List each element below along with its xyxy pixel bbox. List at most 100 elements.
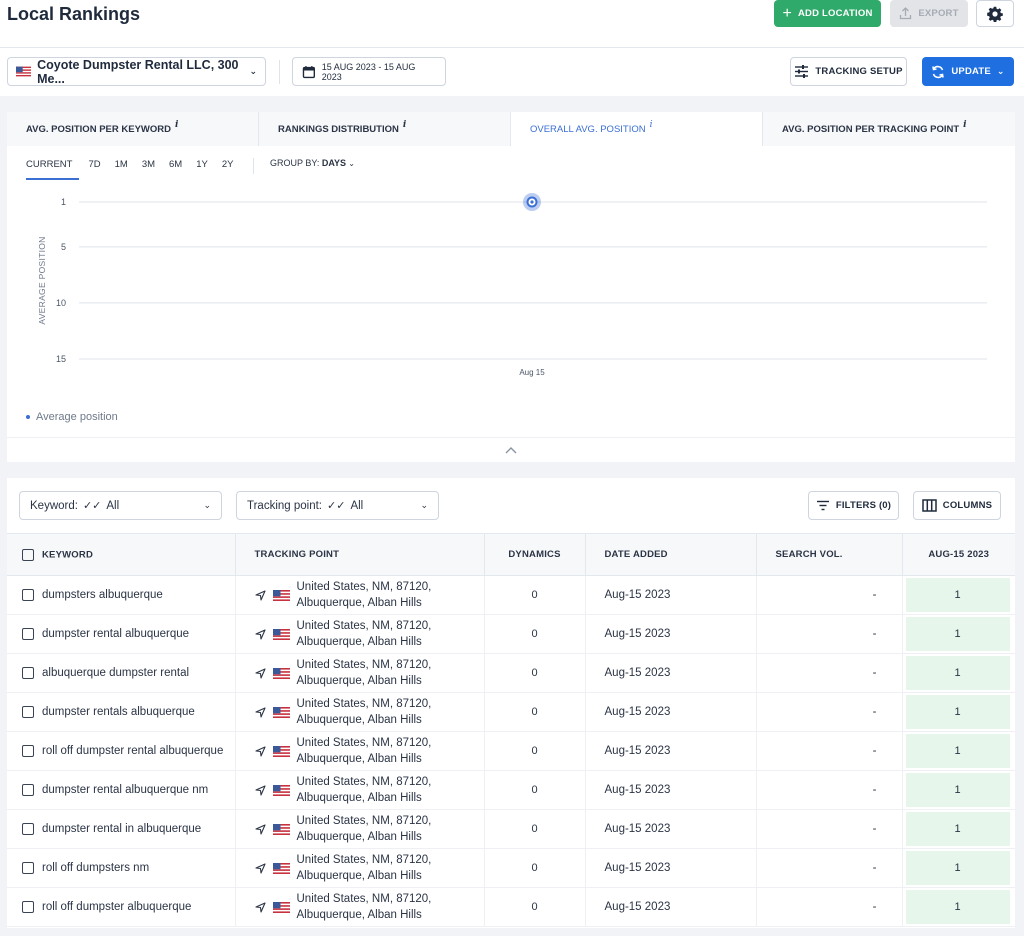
double-check-icon: ✓✓ <box>327 500 346 512</box>
tab-rankings-distribution[interactable]: RANKINGS DISTRIBUTION i <box>259 112 511 146</box>
dynamics-cell: 0 <box>484 848 586 888</box>
range-1y[interactable]: 1Y <box>189 158 215 180</box>
keyword-text: albuquerque dumpster rental <box>42 667 190 679</box>
collapse-chart-button[interactable] <box>7 437 1015 462</box>
position-cell[interactable]: 1 <box>905 773 1010 807</box>
keyword-text: dumpsters albuquerque <box>42 589 163 601</box>
date-range-picker[interactable]: 15 AUG 2023 - 15 AUG 2023 <box>292 57 446 86</box>
columns-icon <box>922 499 937 512</box>
tracking-point-cell: United States, NM, 87120, Albuquerque, Al… <box>235 887 485 927</box>
row-checkbox[interactable] <box>22 667 34 679</box>
position-cell-wrapper: 1 <box>902 848 1015 888</box>
add-location-button[interactable]: + ADD LOCATION <box>774 0 881 27</box>
info-icon[interactable]: i <box>175 120 178 130</box>
columns-button[interactable]: COLUMNS <box>913 491 1001 520</box>
tracking-point-cell: United States, NM, 87120, Albuquerque, Al… <box>235 848 485 888</box>
project-select[interactable]: Coyote Dumpster Rental LLC, 300 Me... ⌄ <box>7 57 266 86</box>
dynamics-cell: 0 <box>484 614 586 654</box>
dynamics-cell: 0 <box>484 809 586 849</box>
keyword-filter-label: Keyword: <box>30 499 78 512</box>
range-1m[interactable]: 1M <box>108 158 135 180</box>
tracking-point-line2: Albuquerque, Alban Hills <box>296 675 422 687</box>
legend-dot <box>26 415 30 419</box>
tab-overall-avg-position[interactable]: OVERALL AVG. POSITION i <box>511 112 763 146</box>
header-dynamics[interactable]: DYNAMICS <box>484 533 586 576</box>
search-vol-cell: - <box>756 653 903 693</box>
range-current[interactable]: CURRENT <box>26 158 80 180</box>
position-cell[interactable]: 1 <box>905 890 1010 924</box>
info-icon[interactable]: i <box>403 120 406 130</box>
range-7d[interactable]: 7D <box>81 158 107 180</box>
update-button[interactable]: UPDATE ⌄ <box>922 57 1014 86</box>
dynamics-cell: 0 <box>484 653 586 693</box>
group-by-dropdown[interactable]: GROUP BY: DAYS ⌄ <box>270 158 355 168</box>
location-arrow-icon <box>254 823 266 835</box>
table-row: roll off dumpster albuquerque United Stat… <box>7 887 1015 927</box>
tracking-point-filter-dropdown[interactable]: Tracking point: ✓✓ All ⌄ <box>236 491 439 520</box>
info-icon[interactable]: i <box>650 120 653 130</box>
chart-legend[interactable]: Average position <box>26 411 118 423</box>
export-button[interactable]: EXPORT <box>890 0 968 27</box>
tracking-point-cell: United States, NM, 87120, Albuquerque, Al… <box>235 770 485 810</box>
position-cell[interactable]: 1 <box>905 812 1010 846</box>
position-cell[interactable]: 1 <box>905 578 1010 612</box>
date-added-cell: Aug-15 2023 <box>585 575 757 615</box>
header-date-added[interactable]: DATE ADDED <box>585 533 757 576</box>
position-cell[interactable]: 1 <box>905 617 1010 651</box>
info-icon[interactable]: i <box>963 120 966 130</box>
date-added-cell: Aug-15 2023 <box>585 809 757 849</box>
header-tracking-point[interactable]: TRACKING POINT <box>235 533 485 576</box>
tracking-point-line2: Albuquerque, Alban Hills <box>296 597 422 609</box>
search-vol-cell: - <box>756 809 903 849</box>
double-check-icon: ✓✓ <box>82 500 102 512</box>
header-date-added-label: DATE ADDED <box>604 549 668 560</box>
range-6m[interactable]: 6M <box>162 158 189 180</box>
table-row: dumpster rental in albuquerque United Sta… <box>7 809 1015 849</box>
chevron-down-icon: ⌄ <box>203 500 211 510</box>
header-date-column[interactable]: AUG-15 2023 <box>902 533 1015 576</box>
range-2y[interactable]: 2Y <box>215 158 241 180</box>
avg-position-chart: 151015AVERAGE POSITIONAug 15 <box>37 193 987 377</box>
tracking-point-cell: United States, NM, 87120, Albuquerque, Al… <box>235 614 485 654</box>
date-added-cell: Aug-15 2023 <box>585 770 757 810</box>
tracking-setup-button[interactable]: TRACKING SETUP <box>790 57 907 86</box>
row-checkbox[interactable] <box>22 589 34 601</box>
tracking-point-cell: United States, NM, 87120, Albuquerque, Al… <box>235 575 485 615</box>
range-3m[interactable]: 3M <box>135 158 162 180</box>
row-checkbox[interactable] <box>22 628 34 640</box>
location-arrow-icon <box>254 628 266 640</box>
tracking-point-line2: Albuquerque, Alban Hills <box>296 714 422 726</box>
tab-avg-position-per-keyword[interactable]: AVG. POSITION PER KEYWORD i <box>7 112 259 146</box>
position-cell[interactable]: 1 <box>905 734 1010 768</box>
position-cell[interactable]: 1 <box>905 656 1010 690</box>
row-checkbox[interactable] <box>22 784 34 796</box>
chevron-up-icon <box>505 447 517 454</box>
position-cell[interactable]: 1 <box>905 851 1010 885</box>
calendar-icon <box>302 65 315 78</box>
row-checkbox[interactable] <box>22 901 34 913</box>
table-row: dumpsters albuquerque United States, NM, … <box>7 575 1015 615</box>
keyword-filter-dropdown[interactable]: Keyword: ✓✓ All ⌄ <box>19 491 222 520</box>
position-cell[interactable]: 1 <box>905 695 1010 729</box>
position-cell-wrapper: 1 <box>902 614 1015 654</box>
row-checkbox[interactable] <box>22 862 34 874</box>
header-search-vol[interactable]: SEARCH VOL. <box>756 533 903 576</box>
upload-icon <box>900 7 912 20</box>
columns-label: COLUMNS <box>942 500 993 511</box>
keyword-text: roll off dumpsters nm <box>42 862 150 874</box>
table-row: albuquerque dumpster rental United States… <box>7 653 1015 693</box>
settings-button[interactable] <box>976 0 1014 27</box>
gear-icon <box>987 6 1003 22</box>
update-label: UPDATE <box>951 66 991 77</box>
position-cell-wrapper: 1 <box>902 809 1015 849</box>
filters-button[interactable]: FILTERS (0) <box>808 491 899 520</box>
row-checkbox[interactable] <box>22 706 34 718</box>
row-checkbox[interactable] <box>22 823 34 835</box>
range-selector: CURRENT 7D 1M 3M 6M 1Y 2Y <box>26 158 240 180</box>
tab-avg-position-per-tracking-point[interactable]: AVG. POSITION PER TRACKING POINT i <box>763 112 1015 146</box>
header-search-vol-label: SEARCH VOL. <box>775 549 843 560</box>
select-all-checkbox[interactable] <box>22 548 34 561</box>
row-checkbox[interactable] <box>22 745 34 757</box>
header-keyword[interactable]: KEYWORD <box>7 533 236 576</box>
sliders-icon <box>795 65 809 78</box>
